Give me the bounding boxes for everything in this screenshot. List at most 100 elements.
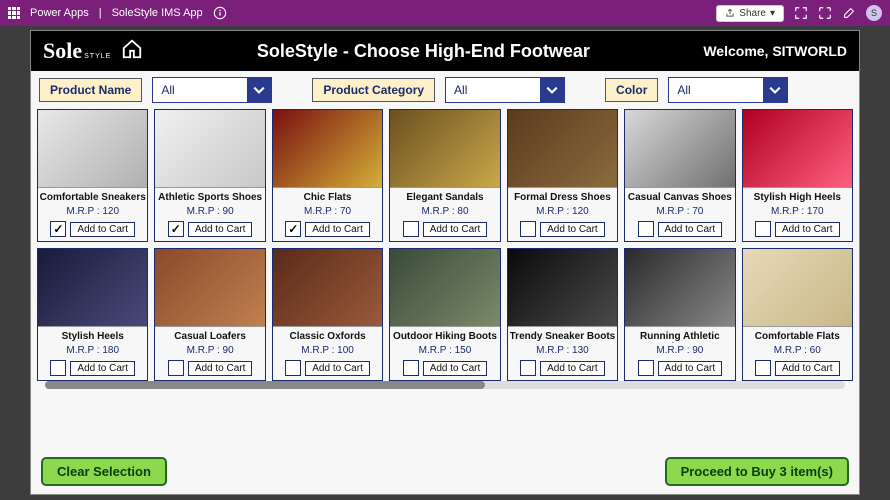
add-to-cart-checkbox[interactable] bbox=[755, 221, 771, 237]
product-image bbox=[273, 249, 382, 327]
product-name: Athletic Sports Shoes bbox=[158, 192, 262, 204]
add-to-cart-checkbox[interactable] bbox=[50, 221, 66, 237]
add-to-cart-checkbox[interactable] bbox=[285, 360, 301, 376]
product-price: M.R.P : 170 bbox=[771, 206, 824, 217]
add-to-cart-label: Add to Cart bbox=[658, 222, 723, 237]
add-to-cart-checkbox[interactable] bbox=[168, 360, 184, 376]
filter-value: All bbox=[669, 78, 763, 102]
product-price: M.R.P : 130 bbox=[536, 345, 589, 356]
product-name: Running Athletic Shoes bbox=[625, 331, 734, 343]
filter-select[interactable]: All bbox=[152, 77, 272, 103]
product-price: M.R.P : 120 bbox=[66, 206, 119, 217]
add-to-cart-checkbox[interactable] bbox=[50, 360, 66, 376]
add-to-cart-label: Add to Cart bbox=[188, 222, 253, 237]
page-title: SoleStyle - Choose High-End Footwear bbox=[153, 41, 693, 62]
logo: SoleSTYLE bbox=[43, 38, 111, 64]
clear-selection-button[interactable]: Clear Selection bbox=[41, 457, 167, 486]
scrollbar-thumb[interactable] bbox=[45, 381, 485, 389]
avatar[interactable]: S bbox=[866, 5, 882, 21]
add-to-cart-label: Add to Cart bbox=[188, 361, 253, 376]
product-card: Comfortable Sneakers M.R.P : 120 Add to Ca… bbox=[37, 109, 148, 242]
edit-icon[interactable] bbox=[842, 6, 856, 20]
add-to-cart-label: Add to Cart bbox=[305, 361, 370, 376]
product-name: Stylish Heels bbox=[62, 331, 124, 343]
add-to-cart-checkbox[interactable] bbox=[520, 221, 536, 237]
product-card: Casual Canvas ShoesM.R.P : 70Add to Cart bbox=[624, 109, 735, 242]
product-image bbox=[155, 110, 264, 188]
add-to-cart-checkbox[interactable] bbox=[168, 221, 184, 237]
product-name: Casual Canvas Shoes bbox=[628, 192, 732, 204]
product-price: M.R.P : 60 bbox=[774, 345, 821, 356]
add-to-cart-label: Add to Cart bbox=[540, 361, 605, 376]
product-name: Casual Loafers bbox=[174, 331, 246, 343]
chevron-down-icon bbox=[540, 78, 564, 102]
filter-select[interactable]: All bbox=[668, 77, 788, 103]
product-price: M.R.P : 90 bbox=[187, 206, 234, 217]
product-image bbox=[743, 249, 852, 327]
filter-value: All bbox=[446, 78, 540, 102]
chevron-down-icon bbox=[247, 78, 271, 102]
product-card: Running Athletic ShoesM.R.P : 90Add to C… bbox=[624, 248, 735, 381]
add-to-cart-label: Add to Cart bbox=[423, 222, 488, 237]
product-card: Classic Oxfords M.R.P : 100 Add to Cart bbox=[272, 248, 383, 381]
product-card: Stylish High HeelsM.R.P : 170Add to Cart bbox=[742, 109, 853, 242]
add-to-cart-checkbox[interactable] bbox=[638, 360, 654, 376]
product-image bbox=[273, 110, 382, 188]
product-price: M.R.P : 150 bbox=[419, 345, 472, 356]
product-image bbox=[625, 249, 734, 327]
product-card: Elegant Sandals M.R.P : 80 Add to Cart bbox=[389, 109, 500, 242]
footer-bar: Clear Selection Proceed to Buy 3 item(s) bbox=[31, 451, 859, 494]
product-card: Trendy Sneaker BootsM.R.P : 130Add to Ca… bbox=[507, 248, 618, 381]
product-image bbox=[155, 249, 264, 327]
product-name: Stylish High Heels bbox=[754, 192, 841, 204]
product-price: M.R.P : 80 bbox=[421, 206, 468, 217]
product-card: Formal Dress ShoesM.R.P : 120Add to Cart bbox=[507, 109, 618, 242]
product-price: M.R.P : 90 bbox=[187, 345, 234, 356]
proceed-button[interactable]: Proceed to Buy 3 item(s) bbox=[665, 457, 849, 486]
product-name: Classic Oxfords bbox=[289, 331, 365, 343]
filter-label: Product Category bbox=[312, 78, 435, 102]
filter-label: Product Name bbox=[39, 78, 142, 102]
add-to-cart-checkbox[interactable] bbox=[638, 221, 654, 237]
filter-select[interactable]: All bbox=[445, 77, 565, 103]
product-price: M.R.P : 100 bbox=[301, 345, 354, 356]
fit-icon[interactable] bbox=[794, 6, 808, 20]
welcome-label: Welcome, SITWORLD bbox=[703, 43, 847, 59]
add-to-cart-checkbox[interactable] bbox=[403, 360, 419, 376]
platform-label: Power Apps bbox=[30, 7, 89, 19]
product-image bbox=[508, 110, 617, 188]
product-card: Stylish HeelsM.R.P : 180Add to Cart bbox=[37, 248, 148, 381]
product-price: M.R.P : 180 bbox=[66, 345, 119, 356]
add-to-cart-label: Add to Cart bbox=[540, 222, 605, 237]
product-name: Elegant Sandals bbox=[406, 192, 483, 204]
app-header: SoleSTYLE SoleStyle - Choose High-End Fo… bbox=[31, 31, 859, 71]
product-image bbox=[390, 249, 499, 327]
filter-value: All bbox=[153, 78, 247, 102]
info-icon[interactable] bbox=[213, 6, 227, 20]
product-name: Formal Dress Shoes bbox=[514, 192, 611, 204]
app-canvas: SoleSTYLE SoleStyle - Choose High-End Fo… bbox=[30, 30, 860, 495]
product-name: Comfortable Flats bbox=[755, 331, 840, 343]
product-card: Casual Loafers M.R.P : 90 Add to Cart bbox=[154, 248, 265, 381]
horizontal-scrollbar[interactable] bbox=[45, 381, 845, 389]
product-name: Comfortable Sneakers bbox=[40, 192, 146, 204]
add-to-cart-checkbox[interactable] bbox=[285, 221, 301, 237]
product-image bbox=[743, 110, 852, 188]
product-price: M.R.P : 70 bbox=[304, 206, 351, 217]
divider: | bbox=[99, 7, 102, 19]
add-to-cart-checkbox[interactable] bbox=[755, 360, 771, 376]
product-image bbox=[508, 249, 617, 327]
add-to-cart-checkbox[interactable] bbox=[520, 360, 536, 376]
product-card: Outdoor Hiking BootsM.R.P : 150Add to Ca… bbox=[389, 248, 500, 381]
product-card: Athletic Sports Shoes M.R.P : 90 Add to Ca… bbox=[154, 109, 265, 242]
app-name-label: SoleStyle IMS App bbox=[112, 7, 203, 19]
home-icon[interactable] bbox=[121, 38, 143, 65]
product-image bbox=[38, 249, 147, 327]
add-to-cart-label: Add to Cart bbox=[775, 361, 840, 376]
fullscreen-icon[interactable] bbox=[818, 6, 832, 20]
app-launcher-icon[interactable] bbox=[8, 7, 20, 19]
add-to-cart-checkbox[interactable] bbox=[403, 221, 419, 237]
share-button[interactable]: Share ▾ bbox=[716, 5, 784, 22]
product-card: Comfortable Flats M.R.P : 60 Add to Cart bbox=[742, 248, 853, 381]
add-to-cart-label: Add to Cart bbox=[70, 222, 135, 237]
